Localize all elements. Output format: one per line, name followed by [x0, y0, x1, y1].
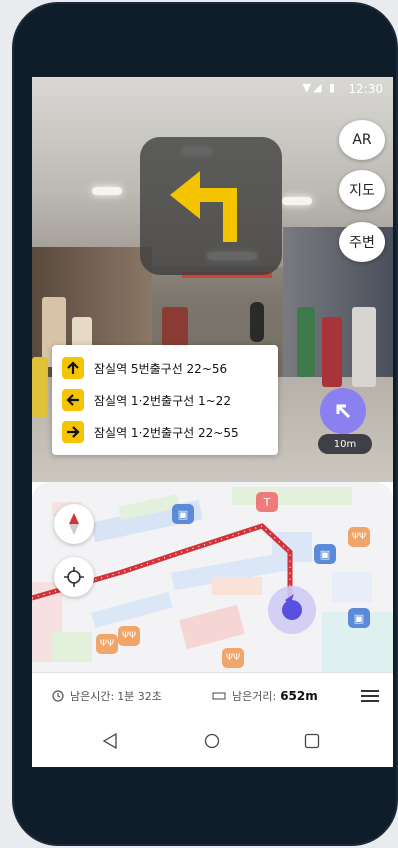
indoor-map[interactable]: ▣ T ΨΨ ▣ ▣ ΨΨ ΨΨ ΨΨ: [32, 482, 393, 672]
shopping-bag-icon[interactable]: ▣: [348, 608, 370, 628]
ar-mode-button[interactable]: AR: [339, 120, 385, 160]
ceiling-light: [282, 197, 312, 205]
status-time: 12:30: [348, 82, 383, 96]
remaining-time-label: 남은시간:: [70, 690, 115, 703]
remaining-time: 남은시간: 1분 32초: [52, 688, 162, 704]
restaurant-icon[interactable]: ΨΨ: [96, 634, 118, 654]
ceiling-light: [92, 187, 122, 195]
turn-left-arrow-icon: [170, 171, 237, 242]
clothing-rack: [297, 307, 315, 377]
arrow-up-left-icon: [336, 404, 351, 419]
remaining-distance-value: 652m: [280, 689, 318, 703]
guide-row: 잠실역 5번출구선 22~56: [62, 357, 227, 379]
arrow-left-icon: [62, 389, 84, 411]
compass-icon: [69, 513, 79, 535]
direction-indicator: [140, 137, 282, 275]
pedestrian: [250, 302, 264, 342]
signal-battery-icon: ▼◢ ▮: [302, 81, 337, 94]
app-screen: ▼◢ ▮ 12:30 AR 지도 주변 잠실역 5번출구선 22~56 잠실역 …: [32, 77, 393, 767]
clock-icon: [52, 690, 64, 702]
shopping-bag-icon[interactable]: ▣: [172, 504, 194, 524]
back-icon[interactable]: [102, 733, 118, 749]
clothing-rack: [352, 307, 376, 387]
compass-button[interactable]: [54, 504, 94, 544]
home-icon[interactable]: [204, 733, 220, 749]
exit-guide-card: 잠실역 5번출구선 22~56 잠실역 1·2번출구선 1~22 잠실역 1·2…: [52, 345, 278, 455]
shopping-bag-icon[interactable]: ▣: [314, 544, 336, 564]
nearby-button[interactable]: 주변: [339, 222, 385, 262]
recent-apps-icon[interactable]: [304, 733, 320, 749]
clothing-rack: [32, 357, 48, 417]
crosshair-icon: [64, 567, 84, 587]
arrow-up-icon: [62, 357, 84, 379]
map-mode-button[interactable]: 지도: [339, 170, 385, 210]
remaining-distance: 남은거리: 652m: [212, 688, 318, 704]
direction-fab-button[interactable]: [320, 388, 366, 434]
guide-text: 잠실역 1·2번출구선 1~22: [94, 393, 231, 408]
status-bar: ▼◢ ▮ 12:30: [32, 77, 393, 101]
ar-camera-view: ▼◢ ▮ 12:30 AR 지도 주변 잠실역 5번출구선 22~56 잠실역 …: [32, 77, 393, 482]
guide-row: 잠실역 1·2번출구선 1~22: [62, 389, 231, 411]
remaining-distance-label: 남은거리:: [232, 690, 277, 703]
restaurant-icon[interactable]: ΨΨ: [222, 648, 244, 668]
restaurant-icon[interactable]: ΨΨ: [348, 527, 370, 547]
clothing-rack: [322, 317, 342, 387]
ruler-icon: [212, 692, 226, 700]
guide-text: 잠실역 1·2번출구선 22~55: [94, 425, 239, 440]
remaining-time-value: 1분 32초: [117, 690, 162, 703]
menu-icon[interactable]: [361, 690, 379, 702]
my-location-button[interactable]: [54, 557, 94, 597]
distance-pill: 10m: [318, 434, 372, 454]
arrow-right-icon: [62, 421, 84, 443]
system-navigation-bar: [32, 718, 393, 767]
guide-row: 잠실역 1·2번출구선 22~55: [62, 421, 239, 443]
clothing-icon[interactable]: T: [256, 492, 278, 512]
guide-text: 잠실역 5번출구선 22~56: [94, 361, 228, 376]
route-info-bar: 남은시간: 1분 32초 남은거리: 652m: [32, 672, 393, 719]
restaurant-icon[interactable]: ΨΨ: [118, 626, 140, 646]
